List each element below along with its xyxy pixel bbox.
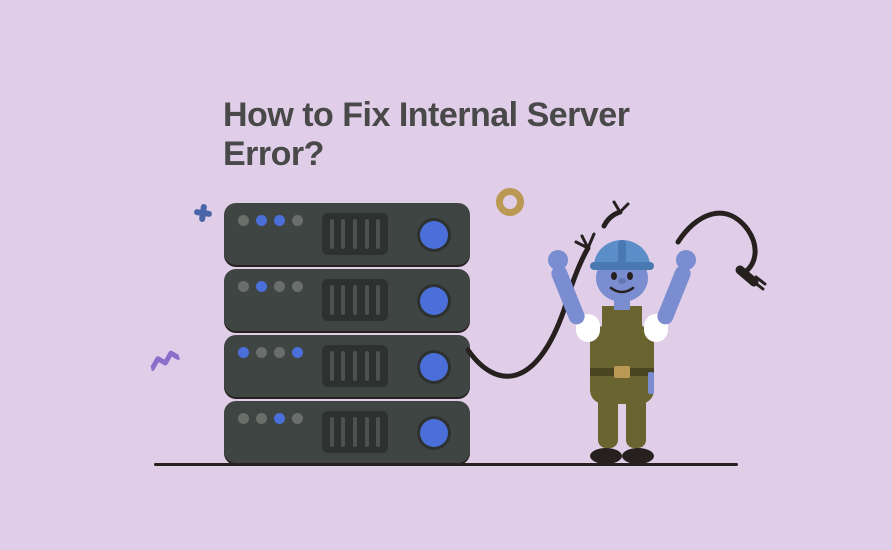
server-unit — [224, 335, 470, 397]
gold-ring-icon — [496, 188, 524, 216]
server-unit — [224, 401, 470, 463]
ground-line — [154, 463, 738, 466]
server-unit — [224, 269, 470, 331]
illustration-scene — [136, 160, 756, 490]
server-stack — [224, 203, 470, 463]
purple-zigzag-icon — [146, 343, 183, 382]
technician-character — [536, 218, 706, 466]
blue-plus-icon — [193, 203, 213, 223]
server-unit — [224, 203, 470, 265]
